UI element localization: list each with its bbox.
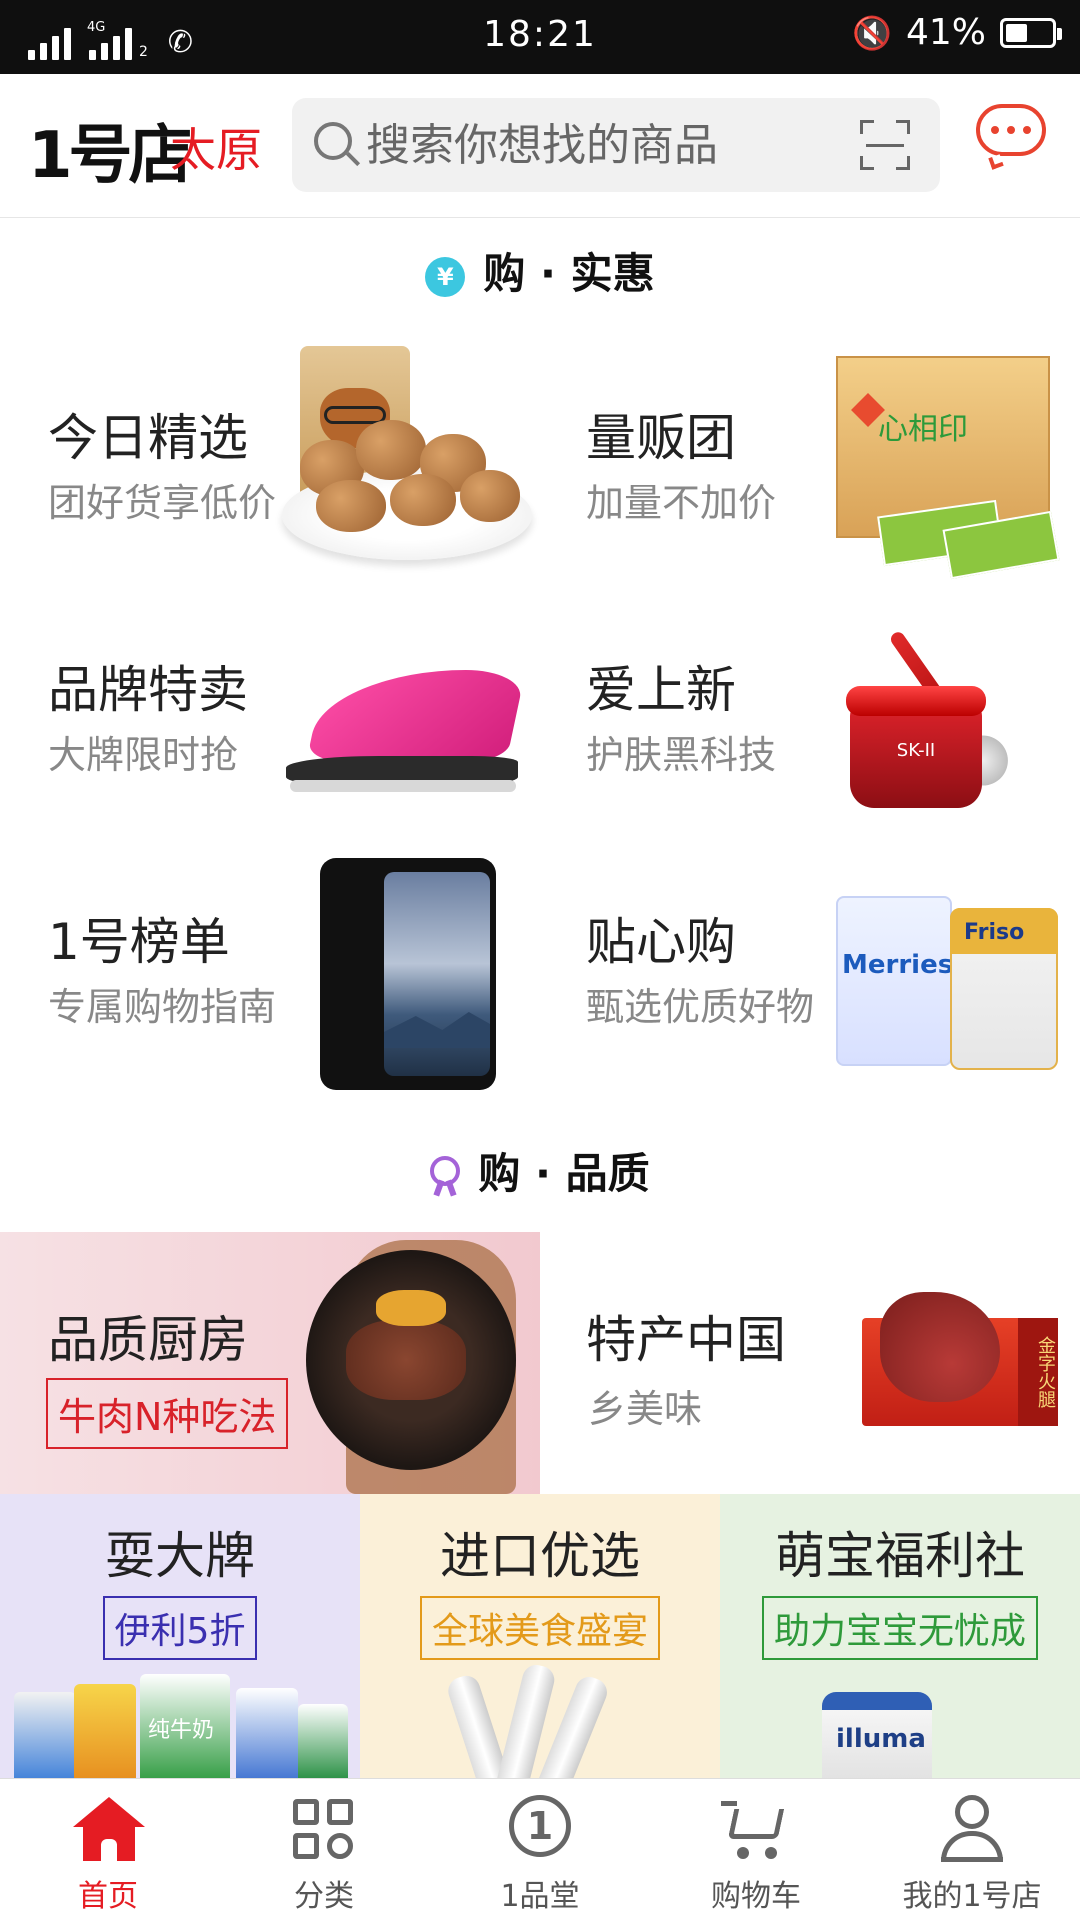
deal-subtitle: 护肤黑科技 <box>586 733 777 777</box>
mute-icon: 🔇 <box>852 13 892 52</box>
section-title-quality: 购 · 品质 <box>0 1140 1080 1201</box>
city-selector[interactable]: 太原 <box>170 114 262 180</box>
formula-brand: Friso <box>964 920 1025 945</box>
status-right: 🔇 41% <box>852 12 1062 53</box>
banner-title: 品质厨房 <box>48 1311 248 1369</box>
milk-carton-image <box>74 1684 136 1784</box>
search-input[interactable] <box>366 116 826 174</box>
battery-percent: 41% <box>905 12 986 53</box>
walnut-image <box>390 474 456 526</box>
yen-icon: ¥ <box>425 256 466 297</box>
home-icon <box>73 1795 145 1865</box>
smartphone-image <box>320 858 496 1090</box>
bottom-navigation: 首页 分类 1 1品堂 购物车 我的1号店 <box>0 1778 1080 1920</box>
profile-icon <box>937 1795 1007 1865</box>
deal-title: 爱上新 <box>586 661 736 719</box>
pin-tang-icon: 1 <box>509 1795 571 1857</box>
deal-title: 1号榜单 <box>48 913 230 971</box>
deal-subtitle: 甄选优质好物 <box>586 985 815 1029</box>
milk-carton-image <box>298 1704 348 1784</box>
milk-carton-image <box>236 1688 298 1784</box>
tile-tag: 全球美食盛宴 <box>419 1596 660 1660</box>
skii-label: SK-II <box>896 740 936 761</box>
tile-imported-picks[interactable]: 进口优选 全球美食盛宴 <box>360 1494 720 1784</box>
deal-subtitle: 加量不加价 <box>586 481 777 525</box>
message-icon[interactable] <box>976 104 1050 170</box>
banner-title: 特产中国 <box>586 1311 786 1369</box>
banner-tag: 牛肉N种吃法 <box>46 1378 289 1449</box>
deal-title: 品牌特卖 <box>48 661 248 719</box>
banner-subtitle: 乡美味 <box>588 1387 703 1431</box>
cart-icon <box>721 1795 791 1865</box>
deal-subtitle: 专属购物指南 <box>48 985 277 1029</box>
nav-cart[interactable]: 购物车 <box>648 1779 864 1920</box>
nav-pin-tang[interactable]: 1 1品堂 <box>432 1779 648 1920</box>
nav-label: 我的1号店 <box>902 1879 1042 1914</box>
deal-new-arrivals[interactable]: 爱上新 护肤黑科技 <box>540 580 1080 830</box>
nav-home[interactable]: 首页 <box>0 1779 216 1920</box>
tile-title: 萌宝福利社 <box>775 1527 1025 1585</box>
tile-big-brands[interactable]: 耍大牌 伊利5折 纯牛奶 <box>0 1494 360 1784</box>
nav-label: 购物车 <box>711 1879 801 1914</box>
ham-box-label: 金字火腿 <box>1018 1318 1058 1426</box>
nav-label: 首页 <box>78 1879 138 1914</box>
milk-carton-image: 纯牛奶 <box>140 1674 230 1784</box>
nav-label: 1品堂 <box>500 1879 580 1914</box>
search-bar[interactable] <box>292 98 940 192</box>
milk-formula-image: Friso <box>950 908 1058 1070</box>
skincare-jar-image: SK-II <box>846 686 986 808</box>
scan-icon[interactable] <box>860 120 910 170</box>
tile-title: 耍大牌 <box>105 1527 255 1585</box>
milk-label: 纯牛奶 <box>148 1718 215 1743</box>
medal-icon <box>430 1155 461 1198</box>
section-title-deals: ¥ 购 · 实惠 <box>0 240 1080 301</box>
walnut-image <box>356 420 426 480</box>
deal-title: 量贩团 <box>586 409 736 467</box>
section-quality-label: 购 · 品质 <box>478 1149 650 1198</box>
tissue-brand: 心相印 <box>878 412 968 447</box>
deal-subtitle: 大牌限时抢 <box>48 733 239 777</box>
walnut-image <box>460 470 520 522</box>
diaper-brand: Merries <box>842 950 954 980</box>
steak-pan-image <box>306 1250 516 1470</box>
category-icon <box>289 1795 359 1865</box>
tile-tag: 助力宝宝无忧成 <box>761 1596 1038 1660</box>
nav-my-store[interactable]: 我的1号店 <box>864 1779 1080 1920</box>
search-icon <box>314 122 352 160</box>
deal-title: 贴心购 <box>586 913 736 971</box>
diapers-image: Merries <box>836 896 954 1066</box>
nav-label: 分类 <box>294 1879 354 1914</box>
logo-text: 1号店 <box>28 119 193 193</box>
status-bar: 4G 2 ✆ 18:21 🔇 41% <box>0 0 1080 74</box>
sneaker-image <box>286 660 528 806</box>
deal-subtitle: 团好货享低价 <box>48 481 277 525</box>
deal-title: 今日精选 <box>48 409 248 467</box>
tile-title: 进口优选 <box>440 1527 640 1585</box>
nav-category[interactable]: 分类 <box>216 1779 432 1920</box>
can-label: illuma <box>836 1724 926 1754</box>
section-deals-label: 购 · 实惠 <box>483 249 655 298</box>
walnut-image <box>316 480 386 532</box>
top-header: 1号店 太原 <box>0 74 1080 218</box>
battery-icon <box>1000 17 1062 48</box>
app-logo[interactable]: 1号店 <box>28 104 193 196</box>
milk-carton-image <box>14 1692 76 1784</box>
tile-tag: 伊利5折 <box>102 1596 258 1660</box>
